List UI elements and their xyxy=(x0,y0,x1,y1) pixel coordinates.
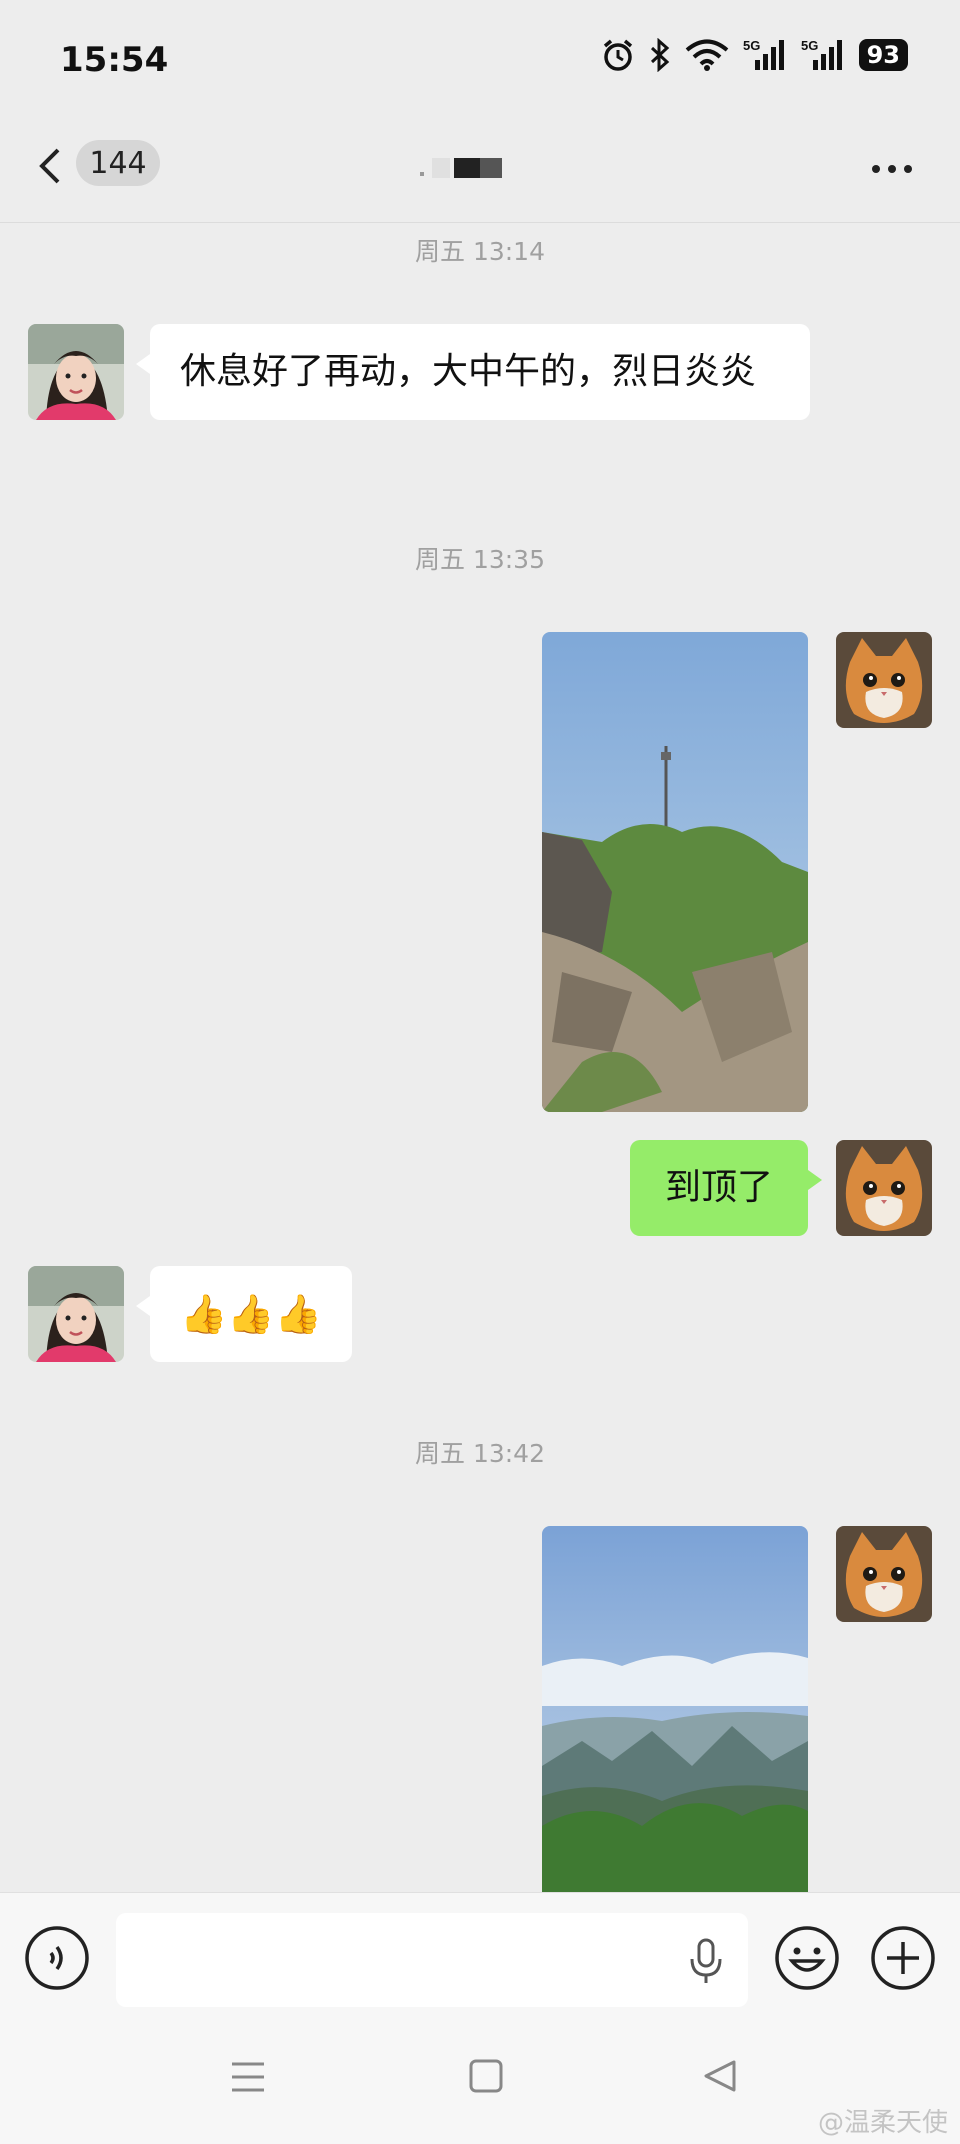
input-bar xyxy=(0,1892,960,2013)
emoji-icon[interactable] xyxy=(774,1925,840,1995)
contact-avatar[interactable] xyxy=(28,324,124,420)
sent-photo[interactable] xyxy=(542,1526,808,1892)
back-nav-icon[interactable] xyxy=(702,2058,738,2098)
my-avatar[interactable] xyxy=(836,632,932,728)
timestamp: 周五 13:35 xyxy=(415,545,545,574)
my-avatar[interactable] xyxy=(836,1140,932,1236)
contact-avatar[interactable] xyxy=(28,1266,124,1362)
more-dots-icon[interactable] xyxy=(868,154,916,184)
outgoing-message[interactable]: 到顶了 xyxy=(630,1140,822,1236)
battery-icon: 93 xyxy=(858,39,908,71)
incoming-message[interactable]: 👍👍👍 xyxy=(136,1266,352,1362)
bluetooth-icon xyxy=(649,38,671,72)
chat-header: 144 xyxy=(0,120,960,223)
back-icon[interactable] xyxy=(32,140,72,200)
incoming-message[interactable]: 休息好了再动，大中午的，烈日炎炎 xyxy=(136,324,810,420)
timestamp: 周五 13:42 xyxy=(415,1439,545,1468)
svg-text:5G: 5G xyxy=(801,38,818,53)
voice-mode-icon[interactable] xyxy=(24,1925,90,1995)
timestamp: 周五 13:14 xyxy=(415,237,545,266)
sent-photo[interactable] xyxy=(542,632,808,1112)
message-text: 休息好了再动，大中午的，烈日炎炎 xyxy=(180,351,757,392)
contact-name xyxy=(420,156,520,180)
plus-icon[interactable] xyxy=(870,1925,936,1995)
watermark: @温柔天使 xyxy=(817,2108,948,2138)
thumbs-up-emoji: 👍👍👍 xyxy=(180,1292,322,1336)
status-time: 15:54 xyxy=(60,40,169,80)
unread-badge[interactable]: 144 xyxy=(76,140,160,186)
microphone-icon[interactable] xyxy=(686,1937,726,1989)
message-text: 到顶了 xyxy=(664,1167,773,1208)
status-icons: 5G 5G 93 xyxy=(601,38,908,72)
system-nav-bar: @温柔天使 xyxy=(0,2012,960,2144)
alarm-icon xyxy=(601,38,635,72)
wifi-icon xyxy=(685,39,729,71)
5g-signal-icon: 5G xyxy=(743,38,787,72)
5g-signal-icon: 5G xyxy=(801,38,845,72)
menu-icon[interactable] xyxy=(230,2060,266,2098)
my-avatar[interactable] xyxy=(836,1526,932,1622)
home-icon[interactable] xyxy=(468,2058,504,2098)
svg-text:5G: 5G xyxy=(743,38,760,53)
message-input[interactable] xyxy=(116,1913,748,2007)
